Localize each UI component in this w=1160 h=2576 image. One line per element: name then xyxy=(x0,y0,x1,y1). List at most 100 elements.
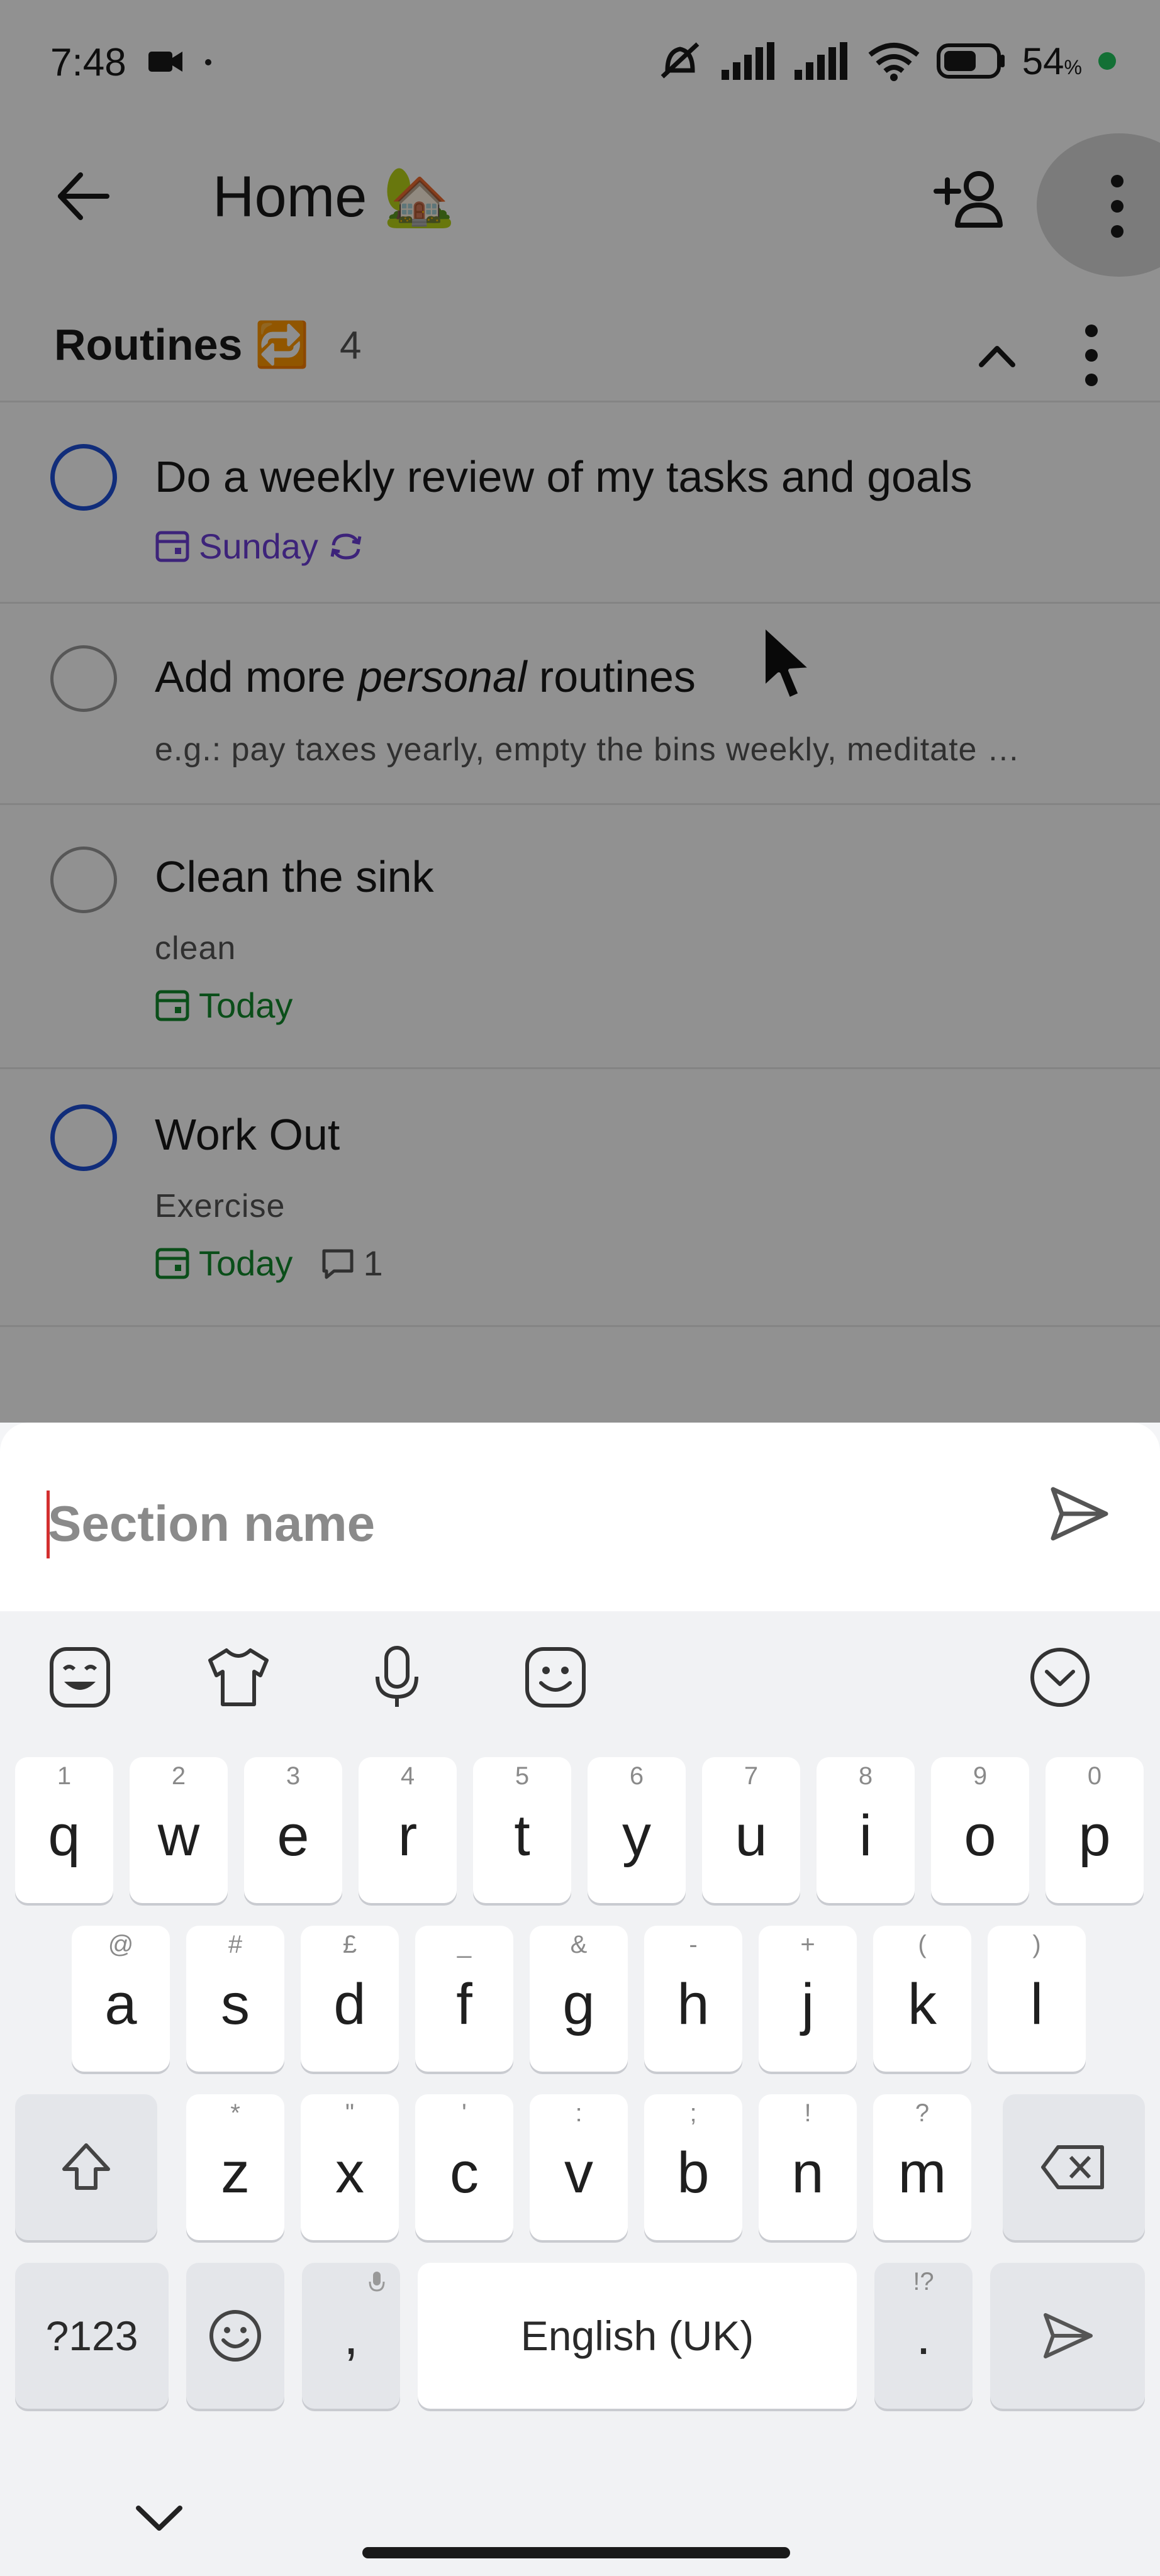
key-secondary-label: £ xyxy=(342,1931,357,1958)
enter-send-key[interactable] xyxy=(990,2263,1145,2409)
key-secondary-label: 5 xyxy=(515,1762,530,1790)
key-secondary-label: @ xyxy=(108,1931,134,1958)
microphone-icon[interactable] xyxy=(362,1643,432,1712)
modal-scrim[interactable] xyxy=(0,0,1160,1423)
space-key[interactable]: English (UK) xyxy=(418,2263,857,2409)
key-f[interactable]: _ f xyxy=(415,1926,513,2072)
key-label: v xyxy=(564,2140,593,2205)
key-label: n xyxy=(791,2140,824,2205)
key-q[interactable]: 1q xyxy=(15,1757,113,1903)
mic-small-icon xyxy=(369,2272,385,2292)
key-label: i xyxy=(859,1803,873,1868)
emoji-face-icon[interactable] xyxy=(521,1643,590,1712)
key-label: o xyxy=(964,1803,996,1868)
hide-keyboard-icon[interactable] xyxy=(131,2497,187,2541)
key-label: q xyxy=(48,1803,81,1868)
key-u[interactable]: 7u xyxy=(702,1757,800,1903)
key-secondary-label: 0 xyxy=(1087,1762,1102,1790)
key-p[interactable]: 0p xyxy=(1046,1757,1144,1903)
key-g[interactable]: & g xyxy=(530,1926,628,2072)
backspace-key[interactable] xyxy=(1003,2094,1145,2240)
key-z[interactable]: * z xyxy=(186,2094,284,2240)
key-secondary-label: 9 xyxy=(973,1762,988,1790)
key-secondary-label: 6 xyxy=(629,1762,644,1790)
key-s[interactable]: # s xyxy=(186,1926,284,2072)
collapse-keyboard-icon[interactable] xyxy=(1025,1643,1095,1712)
system-nav-bar xyxy=(0,2462,1160,2576)
key-secondary-label: 4 xyxy=(400,1762,415,1790)
key-d[interactable]: £ d xyxy=(301,1926,399,2072)
key-secondary-label: 1 xyxy=(57,1762,72,1790)
key-secondary-label: ; xyxy=(689,2099,697,2127)
key-secondary-label: ! xyxy=(804,2099,811,2127)
key-label: y xyxy=(622,1803,651,1868)
key-secondary-label: ' xyxy=(462,2099,467,2127)
key-label: x xyxy=(335,2140,364,2205)
key-label: h xyxy=(677,1972,710,2036)
key-w[interactable]: 2w xyxy=(130,1757,228,1903)
key-secondary-label: # xyxy=(228,1931,243,1958)
key-j[interactable]: + j xyxy=(759,1926,857,2072)
key-b[interactable]: ; b xyxy=(644,2094,742,2240)
smiley-icon xyxy=(209,2310,261,2362)
key-label: d xyxy=(333,1972,366,2036)
key-l[interactable]: ) l xyxy=(988,1926,1086,2072)
key-e[interactable]: 3e xyxy=(244,1757,342,1903)
key-label: m xyxy=(898,2140,947,2205)
key-k[interactable]: (k xyxy=(873,1926,971,2072)
add-section-sheet xyxy=(0,1423,1160,1611)
soft-keyboard: ?123 , English (UK) !? . 1q2w3e4r5t6y7u8… xyxy=(0,1611,1160,2576)
key-secondary-label: 8 xyxy=(858,1762,873,1790)
emoji-key[interactable] xyxy=(186,2263,284,2409)
key-r[interactable]: 4r xyxy=(359,1757,457,1903)
keyboard-toolbar xyxy=(0,1611,1160,1743)
key-label: s xyxy=(221,1972,250,2036)
shift-icon xyxy=(62,2143,110,2190)
key-n[interactable]: ! n xyxy=(759,2094,857,2240)
key-secondary-label: " xyxy=(345,2099,355,2127)
key-i[interactable]: 8i xyxy=(817,1757,915,1903)
key-c[interactable]: ' c xyxy=(415,2094,513,2240)
send-icon[interactable] xyxy=(1044,1479,1113,1548)
section-name-input[interactable] xyxy=(48,1483,991,1565)
key-label: g xyxy=(562,1972,595,2036)
key-label: u xyxy=(735,1803,767,1868)
key-secondary-label: & xyxy=(570,1931,588,1958)
key-label: r xyxy=(398,1803,418,1868)
key-secondary-label: ) xyxy=(1032,1931,1041,1958)
key-t[interactable]: 5t xyxy=(473,1757,571,1903)
key-label: j xyxy=(801,1972,815,2036)
key-label: c xyxy=(450,2140,479,2205)
key-secondary-label: : xyxy=(575,2099,583,2127)
key-secondary-label: + xyxy=(800,1931,815,1958)
key-secondary-label: 2 xyxy=(171,1762,186,1790)
key-a[interactable]: @ a xyxy=(72,1926,170,2072)
key-label: a xyxy=(104,1972,137,2036)
key-label: t xyxy=(514,1803,530,1868)
key-y[interactable]: 6y xyxy=(588,1757,686,1903)
key-h[interactable]: -h xyxy=(644,1926,742,2072)
key-x[interactable]: " x xyxy=(301,2094,399,2240)
key-v[interactable]: :v xyxy=(530,2094,628,2240)
key-secondary-label: * xyxy=(230,2099,240,2127)
key-label: p xyxy=(1078,1803,1111,1868)
sticker-icon[interactable] xyxy=(45,1643,114,1712)
key-secondary-label: ? xyxy=(915,2099,930,2127)
period-key[interactable]: !? . xyxy=(874,2263,973,2409)
key-o[interactable]: 9o xyxy=(931,1757,1029,1903)
key-secondary-label: _ xyxy=(457,1931,472,1958)
key-label: z xyxy=(221,2140,250,2205)
send-arrow-icon xyxy=(1044,2313,1093,2358)
key-m[interactable]: ? m xyxy=(873,2094,971,2240)
key-label: w xyxy=(157,1803,200,1868)
key-label: f xyxy=(456,1972,472,2036)
backspace-icon xyxy=(1041,2145,1104,2189)
key-label: k xyxy=(908,1972,937,2036)
shift-key[interactable] xyxy=(15,2094,157,2240)
theme-shirt-icon[interactable] xyxy=(204,1643,273,1712)
home-indicator[interactable] xyxy=(362,2547,790,2558)
key-label: l xyxy=(1030,1972,1044,2036)
symbols-key[interactable]: ?123 xyxy=(15,2263,169,2409)
key-secondary-label: 3 xyxy=(286,1762,301,1790)
comma-key[interactable]: , xyxy=(302,2263,400,2409)
